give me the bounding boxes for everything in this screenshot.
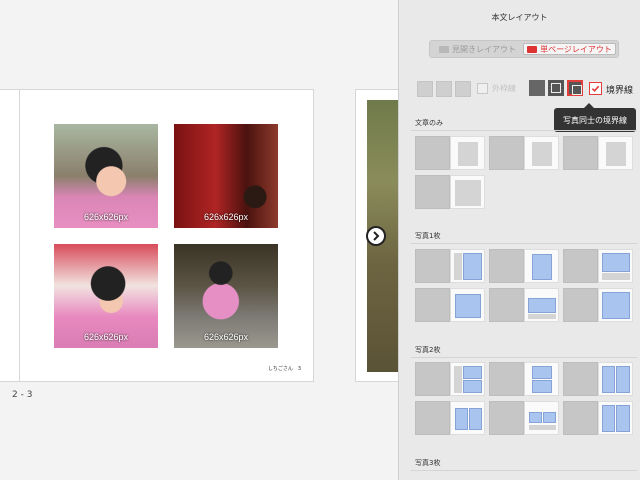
layout-tile[interactable] (563, 401, 633, 435)
photo-size-label: 626x626px (83, 332, 129, 342)
checkmark-icon (591, 85, 600, 93)
photo-slot-3[interactable]: 626x626px (54, 244, 158, 348)
spread-layout-label: 見開きレイアウト (452, 44, 516, 54)
section-title-two-photos: 写真2枚 (415, 346, 441, 354)
book-icon (527, 45, 538, 53)
outer-border-label: 外枠線 (492, 84, 516, 93)
page-3[interactable]: 626x626px 626x626px 626x626px 626x626px … (19, 89, 314, 382)
layout-tile[interactable] (415, 288, 485, 322)
photo-slot-4[interactable]: 626x626px (174, 244, 278, 348)
layout-tile[interactable] (415, 249, 485, 283)
layout-tile[interactable] (489, 249, 559, 283)
layout-tile[interactable] (563, 288, 633, 322)
outer-frame-style-1[interactable] (417, 81, 433, 97)
inner-border-label: 境界線 (606, 86, 634, 96)
layout-tile[interactable] (563, 362, 633, 396)
photo-size-label: 626x626px (203, 212, 249, 222)
sidebar-title: 本文レイアウト (491, 13, 548, 22)
inner-frame-style-2[interactable] (548, 80, 564, 96)
single-page-layout-button[interactable]: 単ページレイアウト (523, 43, 616, 55)
next-page-button[interactable] (366, 226, 386, 246)
section-divider (411, 357, 637, 358)
layout-tile[interactable] (415, 175, 485, 209)
outer-border-checkbox[interactable] (477, 83, 488, 94)
chevron-right-icon (373, 231, 380, 241)
layout-sidebar: 本文レイアウト 見開きレイアウト 単ページレイアウト 外枠線 境界線 写真同士の… (398, 0, 640, 480)
outer-frame-style-3[interactable] (455, 81, 471, 97)
inner-frame-style-3[interactable] (567, 80, 583, 96)
border-options: 外枠線 境界線 (417, 80, 637, 98)
photo-size-label: 626x626px (203, 332, 249, 342)
section-title-text-only: 文章のみ (415, 119, 443, 127)
section-divider (411, 470, 637, 471)
layout-tile[interactable] (563, 136, 633, 170)
page-canvas: 626x626px 626x626px 626x626px 626x626px … (0, 0, 398, 480)
layout-tile[interactable] (489, 401, 559, 435)
layout-tile[interactable] (415, 362, 485, 396)
inner-frame-style-1[interactable] (529, 80, 545, 96)
layout-tile[interactable] (489, 136, 559, 170)
outer-frame-style-2[interactable] (436, 81, 452, 97)
photo-slot-2[interactable]: 626x626px (174, 124, 278, 228)
photo-slot-1[interactable]: 626x626px (54, 124, 158, 228)
section-divider (411, 130, 637, 131)
previous-page-edge[interactable] (0, 89, 20, 382)
layout-tile[interactable] (489, 362, 559, 396)
spread-page-number: 2 - 3 (12, 390, 33, 400)
photo-size-label: 626x626px (83, 212, 129, 222)
spread-layout-button[interactable]: 見開きレイアウト (432, 43, 523, 55)
layout-tile[interactable] (489, 288, 559, 322)
spread-layout-icon (439, 45, 449, 53)
tooltip: 写真同士の境界線 (554, 103, 636, 132)
layout-tile[interactable] (415, 401, 485, 435)
section-title-three-photos: 写真3枚 (415, 459, 441, 467)
layout-mode-toggle: 見開きレイアウト 単ページレイアウト (429, 40, 619, 58)
layout-tile[interactable] (415, 136, 485, 170)
single-page-layout-label: 単ページレイアウト (540, 44, 612, 54)
layout-tile[interactable] (563, 249, 633, 283)
section-title-one-photo: 写真1枚 (415, 232, 441, 240)
inner-border-checkbox[interactable] (589, 82, 602, 95)
section-divider (411, 243, 637, 244)
page-footer: しちごさん 3 (267, 366, 301, 372)
